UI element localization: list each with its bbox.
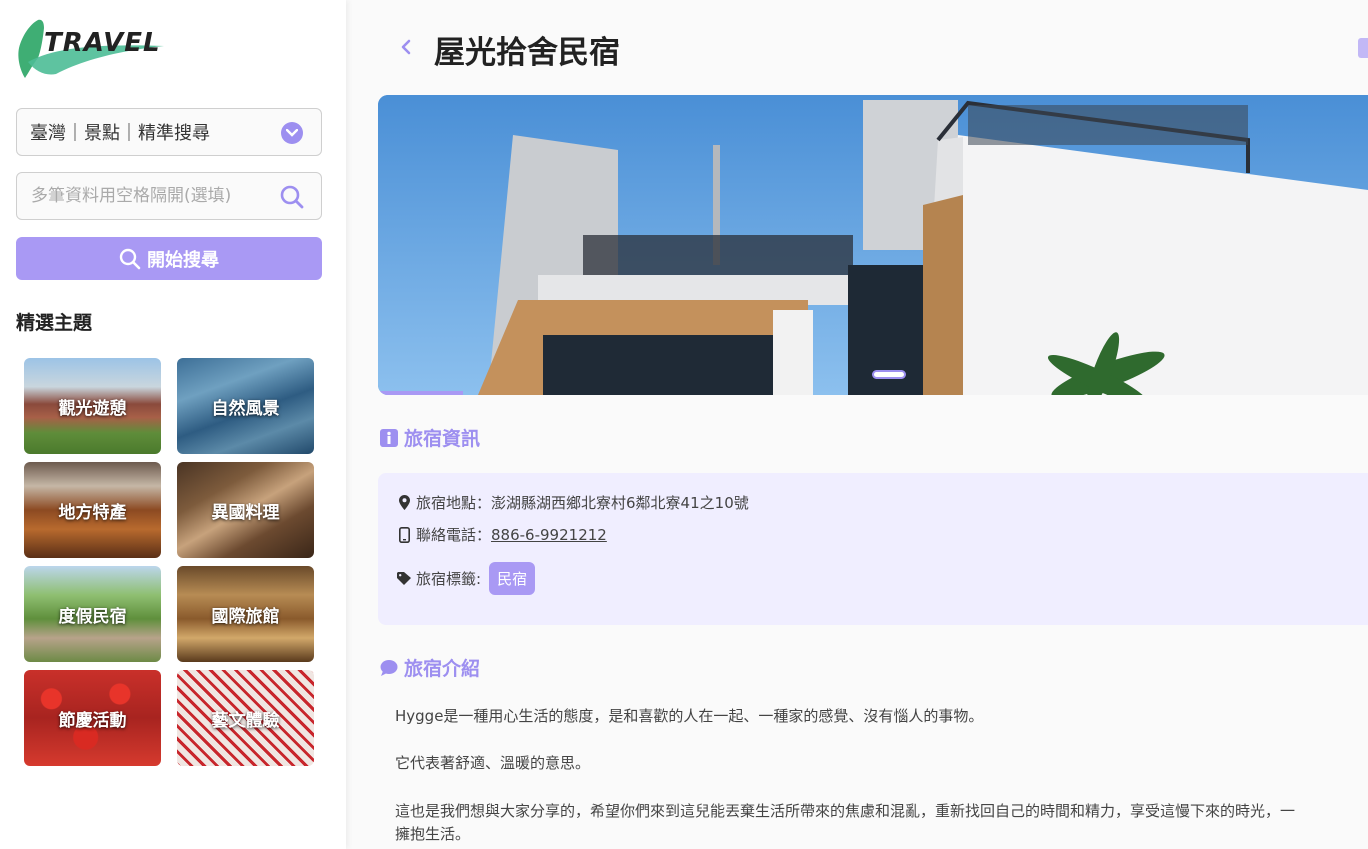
info-heading-text: 旅宿資訊 [404, 428, 481, 450]
intro-heading-text: 旅宿介紹 [404, 658, 481, 680]
phone-row: 聯絡電話： 886-6-9921212 [396, 524, 607, 545]
intro-heading: 旅宿介紹 [380, 654, 480, 681]
phone-link[interactable]: 886-6-9921212 [491, 526, 607, 544]
start-search-button[interactable]: 開始搜尋 [16, 237, 322, 280]
theme-card-international-hotel[interactable]: 國際旅館 [177, 566, 314, 662]
featured-themes-title: 精選主題 [16, 312, 93, 334]
info-card: 旅宿地點： 澎湖縣湖西鄉北寮村6鄰北寮41之10號 聯絡電話： 886-6-99… [378, 473, 1368, 625]
hero-photo [378, 95, 1368, 395]
intro-paragraph: 它代表著舒適、溫暖的意思。 [395, 754, 591, 772]
intro-paragraph: Hygge是一種用心生活的態度，是和喜歡的人在一起、一種家的感覺、沒有惱人的事物… [395, 707, 984, 725]
chevron-down-icon [281, 122, 303, 144]
theme-card-foreign-cuisine[interactable]: 異國料理 [177, 462, 314, 558]
theme-card-label: 自然風景 [211, 398, 280, 419]
theme-card-sightseeing[interactable]: 觀光遊憩 [24, 358, 161, 454]
address-value: 澎湖縣湖西鄉北寮村6鄰北寮41之10號 [491, 494, 749, 512]
category-select-value: 臺灣｜景點｜精準搜尋 [30, 123, 210, 144]
theme-card-label: 節慶活動 [58, 710, 127, 731]
theme-card-label: 藝文體驗 [211, 710, 280, 731]
intro-paragraph: 擁抱生活。 [395, 825, 471, 843]
tags-label: 旅宿標籤: [416, 570, 482, 588]
theme-card-nature[interactable]: 自然風景 [177, 358, 314, 454]
sidebar: TRAVEL 臺灣｜景點｜精準搜尋 開始搜尋 精選主題 觀光遊憩 自然風景 地方… [0, 0, 346, 849]
theme-card-label: 國際旅館 [211, 606, 280, 627]
theme-card-local-specialty[interactable]: 地方特產 [24, 462, 161, 558]
speech-bubble-icon [380, 659, 398, 676]
theme-card-label: 觀光遊憩 [58, 398, 127, 419]
start-search-label: 開始搜尋 [147, 249, 219, 271]
info-icon [380, 428, 398, 447]
tag-icon [396, 572, 411, 585]
mobile-phone-icon [398, 526, 410, 543]
share-icon[interactable] [1358, 38, 1368, 58]
theme-card-label: 異國料理 [211, 502, 280, 523]
info-heading: 旅宿資訊 [380, 424, 480, 451]
theme-card-label: 地方特產 [58, 502, 127, 523]
logo-text: TRAVEL [44, 28, 161, 58]
theme-card-label: 度假民宿 [58, 606, 127, 627]
theme-card-arts-culture[interactable]: 藝文體驗 [177, 670, 314, 766]
address-row: 旅宿地點： 澎湖縣湖西鄉北寮村6鄰北寮41之10號 [396, 492, 749, 513]
search-icon[interactable] [279, 184, 305, 210]
intro-paragraph: 這也是我們想與大家分享的，希望你們來到這兒能丟棄生活所帶來的焦慮和混亂，重新找回… [395, 802, 1296, 820]
theme-card-festival[interactable]: 節慶活動 [24, 670, 161, 766]
tags-row: 旅宿標籤: 民宿 [396, 562, 536, 595]
hero-image-carousel[interactable] [378, 95, 1368, 395]
tag-chip[interactable]: 民宿 [489, 562, 536, 595]
search-input[interactable] [31, 186, 271, 206]
keyword-search-field [16, 172, 322, 220]
address-label: 旅宿地點： [416, 494, 492, 512]
travel-logo[interactable]: TRAVEL [16, 16, 166, 80]
phone-label: 聯絡電話： [416, 526, 492, 544]
carousel-progress [378, 391, 463, 395]
search-icon [119, 248, 141, 269]
theme-card-resort-bnb[interactable]: 度假民宿 [24, 566, 161, 662]
back-chevron-icon[interactable] [398, 37, 414, 57]
category-select[interactable]: 臺灣｜景點｜精準搜尋 [16, 108, 322, 156]
carousel-indicator[interactable] [872, 370, 906, 379]
map-pin-icon [398, 495, 410, 510]
page-title: 屋光拾舍民宿 [434, 35, 620, 71]
